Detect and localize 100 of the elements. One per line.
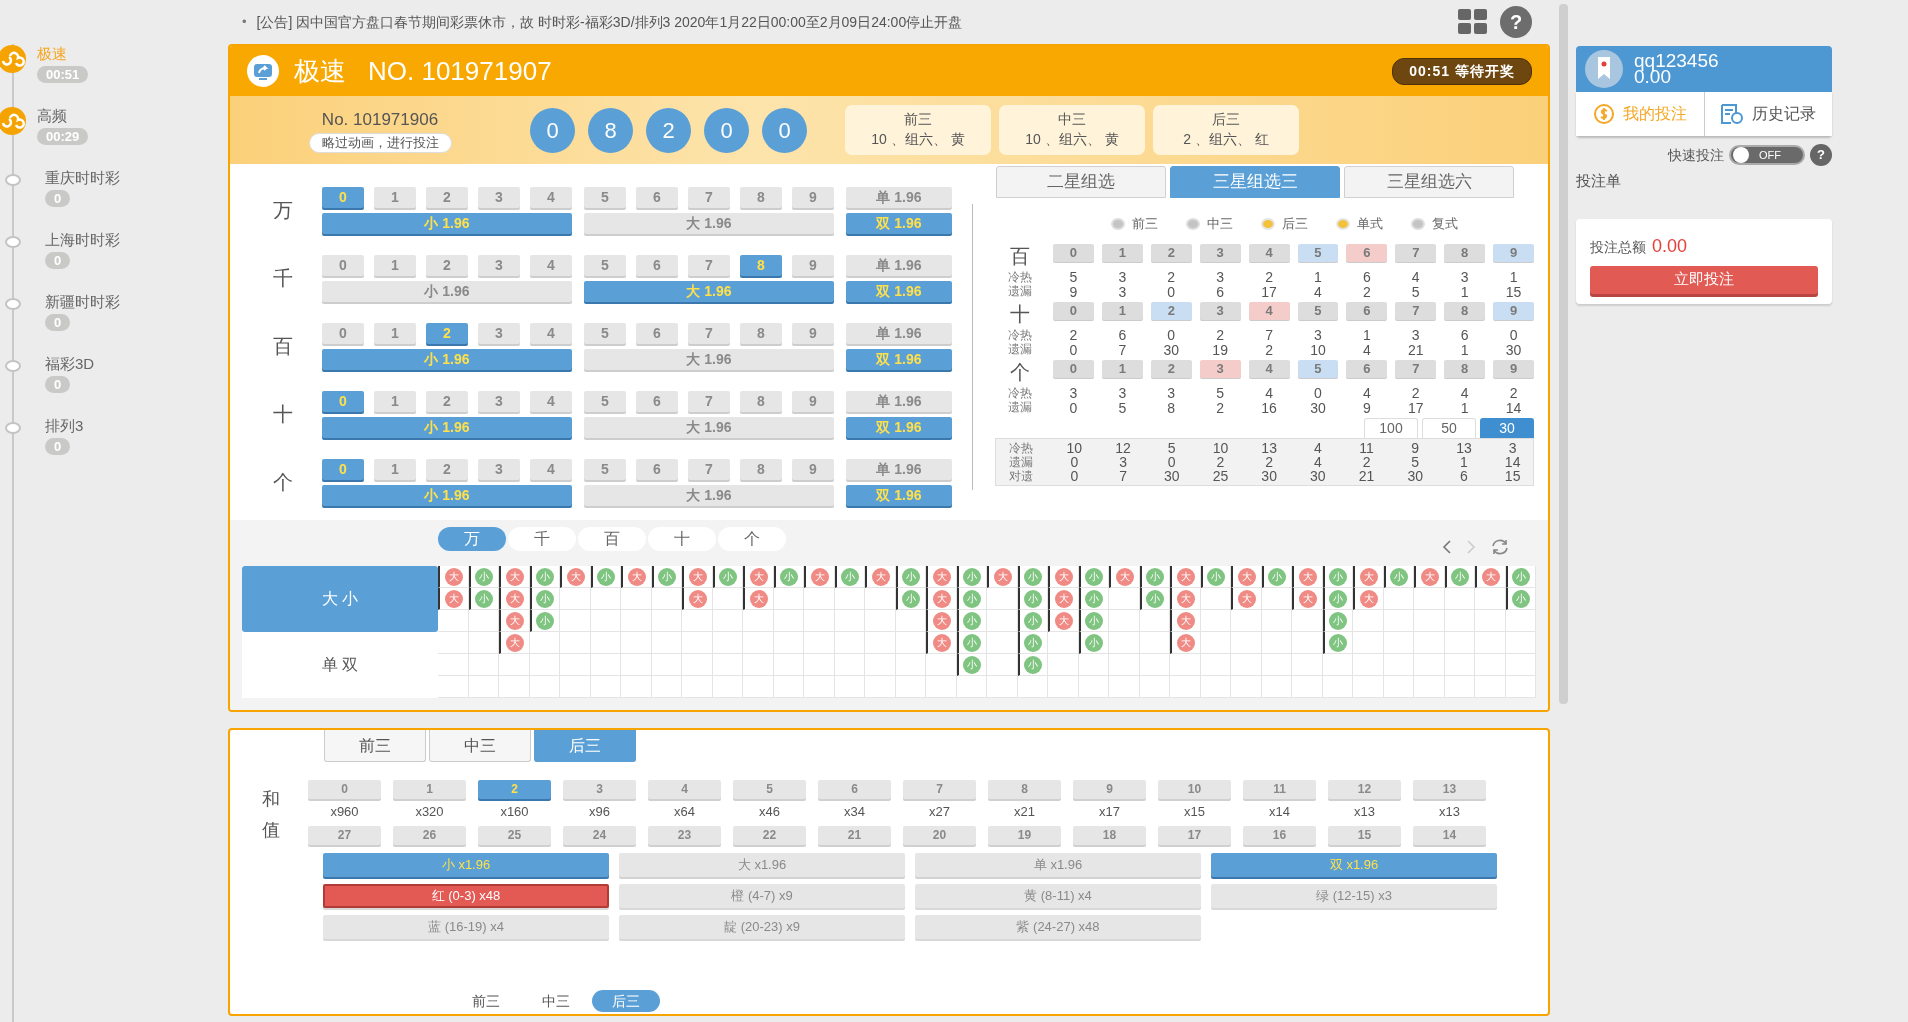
sum-button[interactable]: 1 xyxy=(393,780,466,799)
digit-button[interactable]: 0 xyxy=(322,390,364,412)
game-link[interactable]: 新疆时时彩 xyxy=(45,292,120,312)
digit-button[interactable]: 3 xyxy=(478,186,520,208)
digit-button[interactable]: 7 xyxy=(1395,359,1437,378)
odds-button[interactable]: 单 x1.96 xyxy=(915,853,1201,878)
digit-button[interactable]: 6 xyxy=(636,254,678,276)
help-button[interactable]: ? xyxy=(1810,144,1832,166)
sum-button[interactable]: 12 xyxy=(1328,780,1401,799)
digit-button[interactable]: 8 xyxy=(740,186,782,208)
digit-button[interactable]: 1 xyxy=(374,254,416,276)
digit-button[interactable]: 5 xyxy=(584,390,626,412)
digit-button[interactable]: 2 xyxy=(1150,243,1192,262)
category-tab[interactable]: 大 小 xyxy=(242,566,438,632)
odds-button[interactable]: 小 1.96 xyxy=(322,348,572,370)
digit-button[interactable]: 3 xyxy=(478,254,520,276)
digit-button[interactable]: 9 xyxy=(792,322,834,344)
digit-button[interactable]: 9 xyxy=(792,390,834,412)
odds-button[interactable]: 红 (0-3) x48 xyxy=(323,884,609,909)
skip-animation-button[interactable]: 略过动画，进行投注 xyxy=(308,132,452,153)
digit-button[interactable]: 5 xyxy=(1297,243,1339,262)
odds-button[interactable]: 双 1.96 xyxy=(846,280,952,302)
sum-button[interactable]: 11 xyxy=(1243,780,1316,799)
odds-button[interactable]: 小 1.96 xyxy=(322,280,572,302)
sum-button[interactable]: 23 xyxy=(648,825,721,845)
digit-button[interactable]: 0 xyxy=(322,186,364,208)
digit-button[interactable]: 6 xyxy=(636,186,678,208)
digit-button[interactable]: 8 xyxy=(1444,301,1486,320)
sum-button[interactable]: 26 xyxy=(393,825,466,845)
period-tab[interactable]: 50 xyxy=(1422,417,1476,438)
radio-button[interactable] xyxy=(1111,217,1125,230)
digit-button[interactable]: 1 xyxy=(374,322,416,344)
tab[interactable]: 后三 xyxy=(534,730,636,762)
digit-button[interactable]: 1 xyxy=(374,186,416,208)
digit-button[interactable]: 9 xyxy=(792,186,834,208)
sum-button[interactable]: 7 xyxy=(903,780,976,799)
sum-button[interactable]: 17 xyxy=(1158,825,1231,845)
odds-button[interactable]: 小 1.96 xyxy=(322,416,572,438)
digit-button[interactable]: 2 xyxy=(1150,359,1192,378)
odds-button[interactable]: 大 1.96 xyxy=(584,348,834,370)
game-link[interactable]: 高频 xyxy=(37,106,89,126)
odds-button[interactable]: 单 1.96 xyxy=(846,186,952,208)
odds-button[interactable]: 大 1.96 xyxy=(584,416,834,438)
sum-button[interactable]: 19 xyxy=(988,825,1061,845)
odds-button[interactable]: 双 1.96 xyxy=(846,212,952,234)
game-link[interactable]: 福彩3D xyxy=(45,354,95,374)
submit-button[interactable]: 立即投注 xyxy=(1590,265,1818,294)
sum-button[interactable]: 8 xyxy=(988,780,1061,799)
digit-button[interactable]: 3 xyxy=(1199,359,1241,378)
link-button[interactable]: 我的投注 xyxy=(1576,92,1704,136)
game-link[interactable]: 排列3 xyxy=(45,416,84,436)
tab[interactable]: 中三 xyxy=(429,730,531,762)
odds-button[interactable]: 单 1.96 xyxy=(846,322,952,344)
sum-button[interactable]: 10 xyxy=(1158,780,1231,799)
link-button[interactable]: 历史记录 xyxy=(1703,92,1832,136)
digit-button[interactable]: 2 xyxy=(1150,301,1192,320)
tab[interactable]: 后三 xyxy=(592,990,660,1012)
digit-button[interactable]: 5 xyxy=(584,458,626,480)
sum-button[interactable]: 24 xyxy=(563,825,636,845)
tab[interactable]: 百 xyxy=(578,527,646,551)
digit-button[interactable]: 5 xyxy=(584,322,626,344)
digit-button[interactable]: 0 xyxy=(1053,359,1094,378)
chevron-right-icon[interactable] xyxy=(1466,540,1476,554)
digit-button[interactable]: 4 xyxy=(1248,301,1290,320)
odds-button[interactable]: 双 x1.96 xyxy=(1211,853,1497,878)
digit-button[interactable]: 4 xyxy=(530,186,572,208)
digit-button[interactable]: 0 xyxy=(322,322,364,344)
digit-button[interactable]: 2 xyxy=(426,254,468,276)
digit-button[interactable]: 9 xyxy=(792,254,834,276)
digit-button[interactable]: 4 xyxy=(1248,243,1290,262)
odds-button[interactable]: 绿 (12-15) x3 xyxy=(1211,884,1497,909)
digit-button[interactable]: 8 xyxy=(740,390,782,412)
refresh-icon[interactable] xyxy=(1490,538,1510,556)
sum-button[interactable]: 25 xyxy=(478,825,551,845)
digit-button[interactable]: 7 xyxy=(688,186,730,208)
digit-button[interactable]: 7 xyxy=(1395,243,1437,262)
digit-button[interactable]: 0 xyxy=(322,254,364,276)
tab[interactable]: 万 xyxy=(438,527,506,551)
digit-button[interactable]: 6 xyxy=(636,458,678,480)
digit-button[interactable]: 3 xyxy=(1199,301,1241,320)
digit-button[interactable]: 8 xyxy=(740,254,782,276)
odds-button[interactable]: 靛 (20-23) x9 xyxy=(619,915,905,940)
radio-button[interactable] xyxy=(1186,217,1200,230)
odds-button[interactable]: 双 1.96 xyxy=(846,484,952,506)
digit-button[interactable]: 1 xyxy=(1101,243,1143,262)
tab[interactable]: 个 xyxy=(718,527,786,551)
odds-button[interactable]: 大 x1.96 xyxy=(619,853,905,878)
digit-button[interactable]: 1 xyxy=(1101,301,1143,320)
digit-button[interactable]: 9 xyxy=(1493,243,1534,262)
digit-button[interactable]: 9 xyxy=(1493,301,1534,320)
period-tab[interactable]: 30 xyxy=(1480,417,1534,438)
digit-button[interactable]: 2 xyxy=(426,186,468,208)
digit-button[interactable]: 6 xyxy=(1346,243,1388,262)
digit-button[interactable]: 4 xyxy=(1248,359,1290,378)
odds-button[interactable]: 蓝 (16-19) x4 xyxy=(323,915,609,940)
odds-button[interactable]: 双 1.96 xyxy=(846,348,952,370)
digit-button[interactable]: 7 xyxy=(688,254,730,276)
odds-button[interactable]: 黄 (8-11) x4 xyxy=(915,884,1201,909)
tab[interactable]: 十 xyxy=(648,527,716,551)
help-button[interactable]: ? xyxy=(1500,6,1532,38)
